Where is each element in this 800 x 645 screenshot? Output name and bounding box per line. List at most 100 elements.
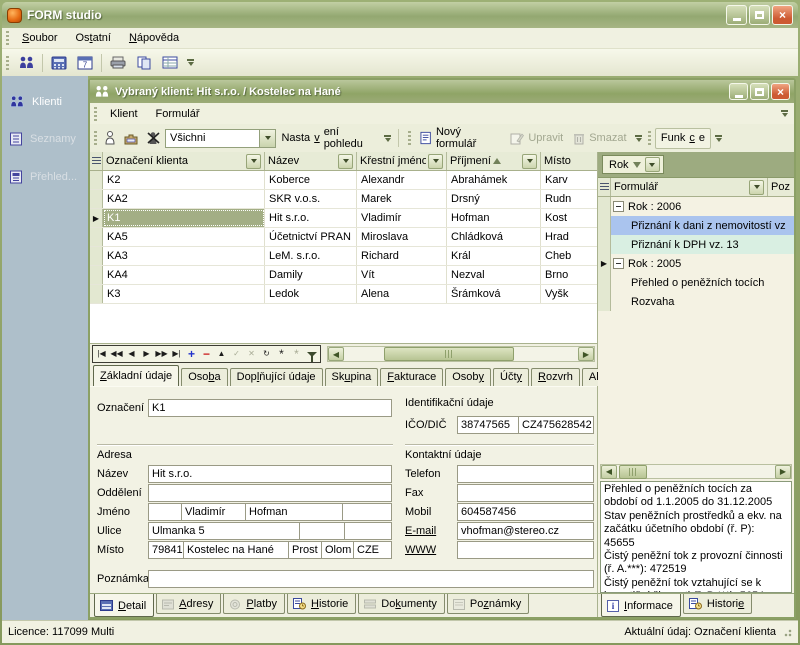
scroll-right-icon[interactable]: ▶ [578, 347, 594, 361]
tab-zakladni-udaje[interactable]: Základní údaje [93, 365, 179, 386]
list-item-selected[interactable]: Přiznání k dani z nemovitostí vz [598, 216, 794, 235]
scroll-left-icon[interactable]: ◀ [601, 465, 617, 479]
collapse-icon[interactable] [613, 258, 624, 269]
group-row[interactable]: Rok : 2006 [598, 197, 794, 216]
grid-corner-button[interactable] [598, 178, 611, 196]
client-minimize-button[interactable] [729, 83, 748, 100]
ulice-cp-field[interactable] [299, 522, 345, 540]
tab-historie-form[interactable]: Historie [683, 594, 752, 614]
nav-post-button[interactable]: ✓ [229, 347, 244, 362]
nav-edit-button[interactable]: ▲ [214, 347, 229, 362]
tab-dokumenty[interactable]: Dokumenty [358, 594, 445, 614]
sidebar-item-prehled[interactable]: Přehled... [2, 165, 88, 189]
column-filter-icon[interactable] [428, 154, 443, 169]
tab-osoby[interactable]: Osoby [445, 368, 491, 386]
calendar-icon[interactable]: 7 [72, 52, 98, 74]
menu-ostatni[interactable]: Ostatní [66, 29, 119, 47]
client-toolbar-overflow-icon[interactable] [383, 129, 393, 147]
forms-toolbar-overflow-icon[interactable] [634, 129, 644, 147]
jmeno-titul2-field[interactable] [342, 503, 392, 521]
nazev-field[interactable]: Hit s.r.o. [148, 465, 392, 483]
table-row[interactable]: K3LedokAlenaŠrámkováVyšk [90, 285, 597, 304]
nav-refresh-button[interactable]: ↻ [259, 347, 274, 362]
copy-icon[interactable] [131, 52, 157, 74]
column-filter-icon[interactable] [522, 154, 537, 169]
column-header-nazev[interactable]: Název [265, 152, 357, 170]
dic-field[interactable]: CZ475628542 [518, 416, 594, 434]
column-filter-icon[interactable] [338, 154, 353, 169]
clients-horizontal-scrollbar[interactable]: ◀ ▶ [327, 346, 595, 362]
table-row[interactable]: KA2SKR v.o.s.MarekDrsnýRudn [90, 190, 597, 209]
client-card-icon[interactable] [120, 127, 143, 149]
fax-field[interactable] [457, 484, 594, 502]
scrollbar-thumb[interactable] [619, 465, 647, 479]
telefon-field[interactable] [457, 465, 594, 483]
table-row[interactable]: K2KoberceAlexandrAbrahámekKarv [90, 171, 597, 190]
forms-horizontal-scrollbar[interactable]: ◀ ▶ [600, 464, 792, 479]
table-row-selected[interactable]: ▶ K1Hit s.r.o.VladimírHofmanKost [90, 209, 597, 228]
nav-delete-button[interactable]: − [199, 347, 214, 362]
table-row[interactable]: KA5Účetnictví PRANMiroslavaChládkováHrad [90, 228, 597, 247]
scroll-left-icon[interactable]: ◀ [328, 347, 344, 361]
menu-klient[interactable]: Klient [101, 105, 147, 123]
list-item[interactable]: Přehled o peněžních tocích [598, 273, 794, 292]
jmeno-krestni-field[interactable]: Vladimír [181, 503, 246, 521]
scroll-right-icon[interactable]: ▶ [775, 465, 791, 479]
nav-first-button[interactable]: |◀ [94, 347, 109, 362]
nav-prev-button[interactable]: ◀ [124, 347, 139, 362]
tab-poznamky[interactable]: Poznámky [447, 594, 529, 614]
person-icon[interactable] [101, 127, 120, 149]
column-header-prijmeni[interactable]: Příjmení [447, 152, 541, 170]
nav-insert-button[interactable]: + [184, 347, 199, 362]
column-header-formular[interactable]: Formulář [611, 178, 768, 196]
column-filter-icon[interactable] [246, 154, 261, 169]
table-row[interactable]: KA4DamilyVítNezvalBrno [90, 266, 597, 285]
psc-field[interactable]: 79841 [148, 541, 184, 559]
column-header-oznaceni[interactable]: Označení klienta [103, 152, 265, 170]
nav-cancel-button[interactable]: ✕ [244, 347, 259, 362]
nav-last-button[interactable]: ▶| [169, 347, 184, 362]
column-filter-icon[interactable] [749, 180, 764, 195]
nav-bookmark-button[interactable]: * [274, 347, 289, 362]
nav-fast-prev-button[interactable]: ◀◀ [109, 347, 124, 362]
sidebar-item-klienti[interactable]: Klienti [2, 90, 88, 113]
email-link-label[interactable]: E-mail [405, 525, 436, 537]
jmeno-prijmeni-field[interactable]: Hofman [245, 503, 343, 521]
tab-osoba[interactable]: Osoba [181, 368, 227, 386]
clients-filter-combo[interactable]: Všichni [165, 129, 276, 148]
misto-field[interactable]: Kostelec na Hané [183, 541, 289, 559]
delete-form-button[interactable]: Smazat [568, 130, 631, 147]
tab-skupina[interactable]: Skupina [325, 368, 379, 386]
report-icon[interactable] [157, 52, 183, 74]
column-header-misto[interactable]: Místo [541, 152, 597, 170]
table-row[interactable]: KA3LeM. s.r.o.RichardKrálCheb [90, 247, 597, 266]
close-button[interactable]: × [772, 5, 793, 25]
tab-fakturace[interactable]: Fakturace [380, 368, 443, 386]
menubar-grip[interactable] [6, 31, 9, 45]
scrollbar-thumb[interactable] [384, 347, 514, 361]
menu-formular[interactable]: Formulář [147, 105, 209, 123]
tab-historie[interactable]: Historie [287, 594, 356, 614]
list-item[interactable]: Přiznání k DPH vz. 13 [598, 235, 794, 254]
tab-adresy[interactable]: Adresy [156, 594, 221, 614]
new-form-button[interactable]: Nový formulář [415, 124, 506, 152]
menu-soubor[interactable]: Soubor [13, 29, 66, 47]
client-menubar-overflow-icon[interactable] [779, 105, 790, 123]
group-by-rok-button[interactable]: Rok [602, 155, 664, 174]
client-menubar-grip[interactable] [94, 107, 97, 121]
jmeno-titul-field[interactable] [148, 503, 182, 521]
www-link-label[interactable]: WWW [405, 544, 436, 556]
toolbar-grip[interactable] [6, 56, 9, 70]
poznamka-field[interactable] [148, 570, 594, 588]
nav-next-button[interactable]: ▶ [139, 347, 154, 362]
tab-ucty[interactable]: Účty [493, 368, 529, 386]
mobil-field[interactable]: 604587456 [457, 503, 594, 521]
calculator-icon[interactable] [46, 52, 72, 74]
email-field[interactable]: vhofman@stereo.cz [457, 522, 594, 540]
view-settings-button[interactable]: Nastavení pohledu [276, 124, 380, 152]
find-clients-icon[interactable] [13, 52, 39, 74]
functions-overflow-icon[interactable] [713, 129, 724, 147]
print-icon[interactable] [105, 52, 131, 74]
menu-napoveda[interactable]: Nápověda [120, 29, 188, 47]
group-row[interactable]: ▶ Rok : 2005 [598, 254, 794, 273]
